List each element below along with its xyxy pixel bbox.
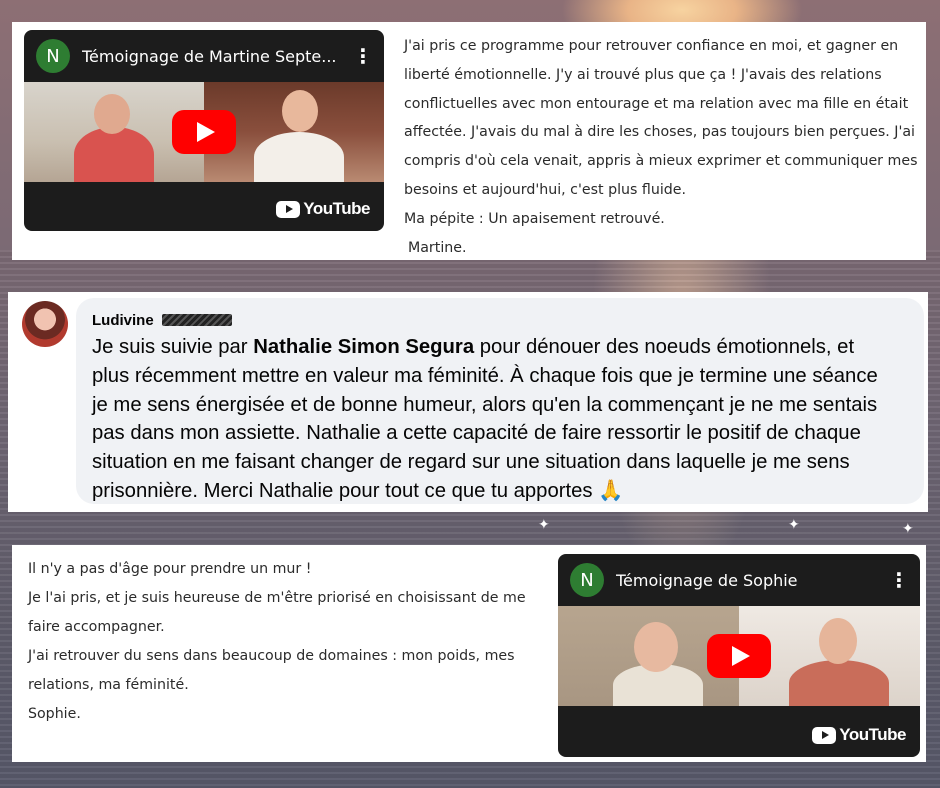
text-line: faire accompagner.: [28, 619, 165, 635]
youtube-wordmark: YouTube: [839, 725, 906, 744]
testimonial-text-martine: J'ai pris ce programme pour retrouver co…: [404, 32, 918, 262]
text-line: Je suis suivie par Nathalie Simon Segura…: [92, 333, 908, 362]
video-player-martine[interactable]: N Témoignage de Martine Septe... ⋮ YouTu…: [24, 30, 384, 231]
text-line: je me sens énergisée et de bonne humeur,…: [92, 393, 878, 416]
text-line: besoins et aujourd'hui, c'est plus fluid…: [404, 181, 687, 198]
text-line: relations, ma féminité.: [28, 677, 189, 693]
signature: Martine.: [408, 239, 467, 256]
video-title[interactable]: Témoignage de Martine Septe...: [82, 47, 348, 66]
text-line: affectée. J'avais du mal à dire les chos…: [404, 124, 915, 141]
person-head: [634, 622, 678, 672]
comment-author: Ludivine: [92, 310, 908, 330]
testimonial-text-sophie: Il n'y a pas d'âge pour prendre un mur !…: [28, 555, 548, 729]
channel-avatar[interactable]: N: [36, 39, 70, 73]
person-shape: [254, 132, 344, 182]
text-line: situation en me faisant changer de regar…: [92, 451, 850, 474]
sparkle-icon: ✦: [538, 517, 550, 533]
text-line: prisonnière. Merci Nathalie pour tout ce…: [92, 479, 624, 502]
redacted-surname: [161, 314, 232, 326]
text-line: Ma pépite : Un apaisement retrouvé.: [404, 210, 665, 227]
text-line: pas dans mon assiette. Nathalie a cette …: [92, 422, 861, 445]
play-icon: [197, 122, 215, 142]
text-line: compris d'où cela venait, appris à mieux…: [404, 153, 918, 170]
comment-bubble: Ludivine Je suis suivie par Nathalie Sim…: [76, 298, 924, 504]
video-header: N Témoignage de Martine Septe... ⋮: [24, 30, 384, 82]
testimonial-card-martine: N Témoignage de Martine Septe... ⋮ YouTu…: [12, 22, 926, 260]
signature: Sophie.: [28, 706, 81, 722]
person-shape: [74, 127, 154, 182]
youtube-logo[interactable]: YouTube: [812, 725, 906, 745]
text-line: Je l'ai pris, et je suis heureuse de m'ê…: [28, 590, 526, 606]
text-fragment: Je suis suivie par: [92, 336, 254, 358]
play-button[interactable]: [707, 634, 771, 678]
testimonial-card-ludivine: Ludivine Je suis suivie par Nathalie Sim…: [8, 292, 928, 512]
youtube-icon: [812, 726, 837, 744]
video-header: N Témoignage de Sophie ⋮: [558, 554, 920, 606]
text-line: liberté émotionnelle. J'y ai trouvé plus…: [404, 66, 882, 83]
text-line: plus récemment mettre en valeur ma fémin…: [92, 364, 878, 387]
person-head: [282, 90, 318, 132]
person-head: [94, 94, 130, 134]
comment-text: Je suis suivie par Nathalie Simon Segura…: [92, 333, 908, 506]
text-line: J'ai retrouver du sens dans beaucoup de …: [28, 648, 515, 664]
sparkle-icon: ✦: [902, 521, 914, 537]
youtube-logo[interactable]: YouTube: [276, 199, 370, 219]
more-options-icon[interactable]: ⋮: [348, 44, 378, 68]
text-line: conflictuelles avec mon entourage et ma …: [404, 95, 909, 112]
text-fragment: pour dénouer des noeuds émotionnels, et: [474, 336, 855, 358]
text-line: J'ai pris ce programme pour retrouver co…: [404, 38, 899, 54]
youtube-icon: [276, 200, 301, 218]
video-thumbnail: [24, 82, 384, 182]
sparkle-icon: ✦: [788, 517, 800, 533]
video-thumbnail: [558, 606, 920, 706]
person-shape: [789, 660, 889, 706]
channel-avatar[interactable]: N: [570, 563, 604, 597]
youtube-wordmark: YouTube: [303, 199, 370, 218]
play-button[interactable]: [172, 110, 236, 154]
more-options-icon[interactable]: ⋮: [884, 568, 914, 592]
tagged-name[interactable]: Nathalie Simon Segura: [253, 336, 474, 358]
author-name[interactable]: Ludivine: [92, 312, 154, 329]
person-head: [819, 618, 857, 664]
video-player-sophie[interactable]: N Témoignage de Sophie ⋮ YouTube: [558, 554, 920, 757]
text-line: Il n'y a pas d'âge pour prendre un mur !: [28, 561, 312, 577]
play-icon: [732, 646, 750, 666]
avatar[interactable]: [22, 301, 68, 347]
video-title[interactable]: Témoignage de Sophie: [616, 571, 884, 590]
